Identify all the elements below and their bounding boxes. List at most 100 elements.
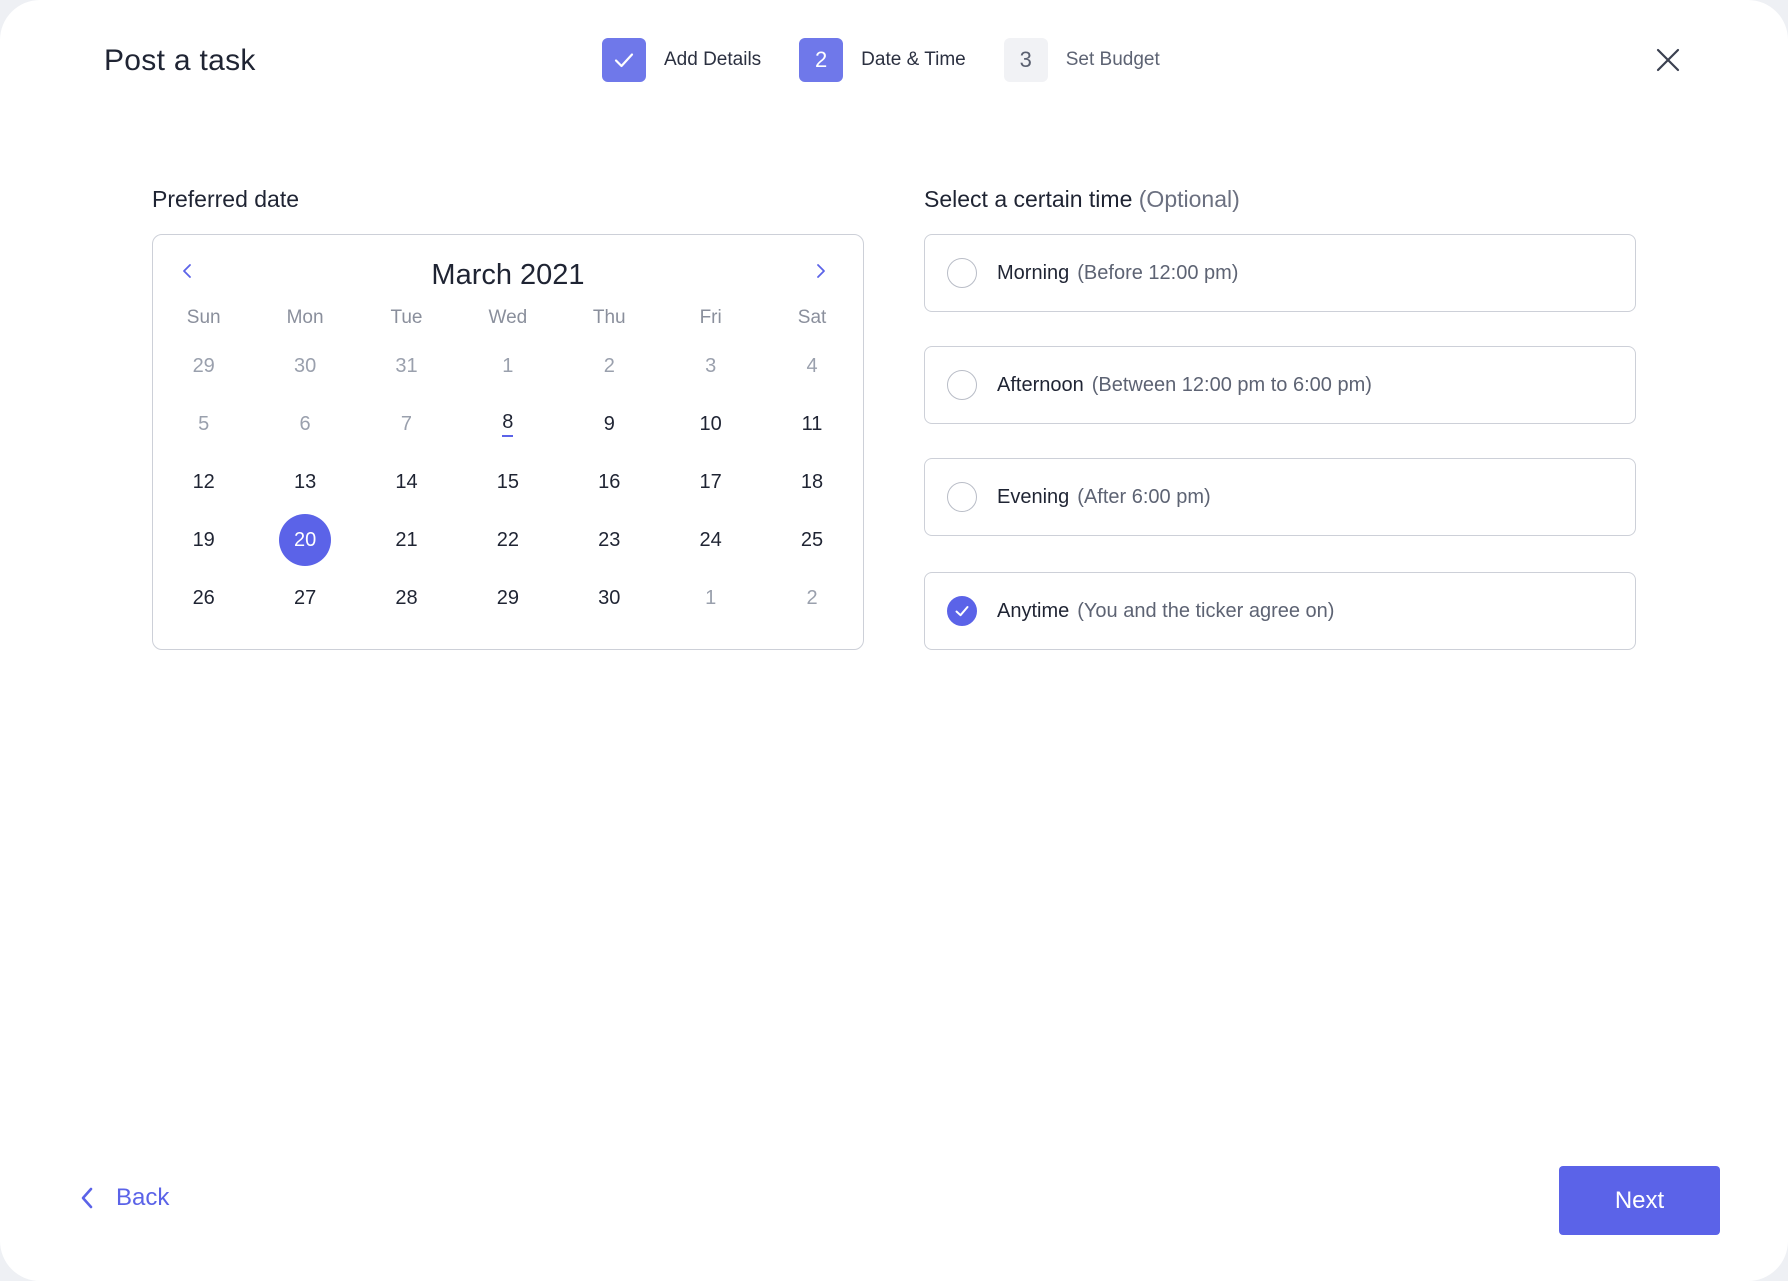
step-add-details[interactable]: Add Details xyxy=(602,38,761,82)
time-option-anytime[interactable]: Anytime (You and the ticker agree on) xyxy=(924,572,1636,650)
time-option-evening[interactable]: Evening (After 6:00 pm) xyxy=(924,458,1636,536)
chevron-right-icon xyxy=(817,264,825,278)
weekday-label: Sat xyxy=(797,307,827,328)
calendar-day-number: 21 xyxy=(395,528,418,551)
calendar-day[interactable]: 6 xyxy=(254,395,355,453)
step-date-time[interactable]: 2 Date & Time xyxy=(799,38,966,82)
calendar-day-number: 11 xyxy=(801,412,823,435)
calendar-day[interactable]: 29 xyxy=(153,337,254,395)
calendar-day-number: 15 xyxy=(496,470,519,493)
optional-label: (Optional) xyxy=(1138,186,1240,212)
calendar-day[interactable]: 4 xyxy=(761,337,862,395)
step-label: Date & Time xyxy=(861,49,966,70)
calendar-day[interactable]: 1 xyxy=(660,569,761,627)
time-option-name: Evening xyxy=(997,485,1070,508)
calendar-day[interactable]: 17 xyxy=(660,453,761,511)
calendar-day[interactable]: 11 xyxy=(761,395,862,453)
close-button[interactable] xyxy=(1652,44,1684,76)
calendar-day[interactable]: 12 xyxy=(153,453,254,511)
calendar-day-number: 29 xyxy=(496,586,519,609)
time-option-afternoon[interactable]: Afternoon (Between 12:00 pm to 6:00 pm) xyxy=(924,346,1636,424)
step-set-budget[interactable]: 3 Set Budget xyxy=(1003,38,1160,82)
back-label: Back xyxy=(116,1184,170,1211)
calendar-day-number: 8 xyxy=(502,411,514,437)
stepper: Add Details 2 Date & Time 3 Set Budget xyxy=(602,38,1198,82)
calendar-day-number: 9 xyxy=(603,412,615,435)
radio-unchecked[interactable] xyxy=(947,258,977,288)
calendar-week-row: 19 20 21 22 23 24 25 xyxy=(153,511,863,569)
radio-unchecked[interactable] xyxy=(947,370,977,400)
time-option-description: (After 6:00 pm) xyxy=(1077,485,1211,508)
calendar-day-number: 30 xyxy=(293,354,317,377)
calendar-day[interactable]: 5 xyxy=(153,395,254,453)
calendar-week-row: 29 30 31 1 2 3 4 xyxy=(153,337,863,395)
calendar-day[interactable]: 10 xyxy=(660,395,761,453)
calendar-day-number: 16 xyxy=(598,470,621,493)
calendar-day-number: 20 xyxy=(279,514,332,566)
weekday-header-row: Sun Mon Tue Wed Thu Fri Sat xyxy=(153,299,863,337)
calendar-day-number: 22 xyxy=(496,528,519,551)
calendar-day[interactable]: 9 xyxy=(559,395,660,453)
calendar-day[interactable]: 26 xyxy=(153,569,254,627)
calendar-day[interactable]: 28 xyxy=(356,569,457,627)
calendar-day-selected[interactable]: 20 xyxy=(254,511,355,569)
next-button[interactable]: Next xyxy=(1559,1166,1720,1235)
weekday-label: Sun xyxy=(186,307,221,328)
calendar-day[interactable]: 2 xyxy=(761,569,862,627)
radio-checked[interactable] xyxy=(947,596,977,626)
calendar-day[interactable]: 25 xyxy=(761,511,862,569)
calendar-day-number: 1 xyxy=(502,354,514,377)
calendar-day-number: 7 xyxy=(400,412,413,435)
calendar-day[interactable]: 24 xyxy=(660,511,761,569)
calendar-day-number: 1 xyxy=(705,586,717,609)
calendar-day[interactable]: 14 xyxy=(356,453,457,511)
calendar-day[interactable]: 18 xyxy=(761,453,862,511)
calendar-week-row: 5 6 7 8 9 10 11 xyxy=(153,395,863,453)
back-button[interactable]: Back xyxy=(78,1184,169,1212)
next-month-button[interactable] xyxy=(809,259,833,283)
close-icon xyxy=(1656,48,1680,72)
calendar-day[interactable]: 15 xyxy=(457,453,558,511)
step-number: 3 xyxy=(1003,38,1048,82)
calendar-day-number: 14 xyxy=(395,470,418,493)
calendar-day[interactable]: 19 xyxy=(153,511,254,569)
calendar-day[interactable]: 31 xyxy=(356,337,457,395)
time-option-name: Afternoon xyxy=(997,373,1084,396)
time-option-description: (Before 12:00 pm) xyxy=(1077,261,1239,284)
calendar-day[interactable]: 8 xyxy=(457,395,558,453)
calendar-day-number: 2 xyxy=(603,354,615,377)
calendar-day[interactable]: 13 xyxy=(254,453,355,511)
calendar-week-row: 26 27 28 29 30 1 2 xyxy=(153,569,863,627)
time-section-title: Select a certain time xyxy=(924,186,1133,212)
weekday-label: Tue xyxy=(390,307,423,328)
calendar-day[interactable]: 21 xyxy=(356,511,457,569)
calendar-day[interactable]: 23 xyxy=(559,511,660,569)
calendar-day[interactable]: 16 xyxy=(559,453,660,511)
calendar-day-number: 10 xyxy=(699,412,722,435)
post-task-modal: Post a task Add Details 2 Date & Time 3 … xyxy=(0,0,1788,1281)
preferred-date-label: Preferred date xyxy=(152,186,300,212)
check-icon xyxy=(614,53,634,68)
calendar-day-number: 27 xyxy=(293,586,317,609)
date-picker-calendar: March 2021 Sun Mon Tue Wed Thu Fri Sat 29 30 31 1… xyxy=(152,234,864,650)
calendar-day-number: 31 xyxy=(395,354,418,377)
calendar-day[interactable]: 29 xyxy=(457,569,558,627)
calendar-day[interactable]: 30 xyxy=(559,569,660,627)
calendar-day-number: 30 xyxy=(598,586,621,609)
calendar-day[interactable]: 27 xyxy=(254,569,355,627)
calendar-day-number: 6 xyxy=(299,412,311,435)
time-option-description: (You and the ticker agree on) xyxy=(1077,599,1335,622)
calendar-day-number: 4 xyxy=(806,354,818,377)
calendar-day[interactable]: 1 xyxy=(457,337,558,395)
time-option-name: Morning xyxy=(997,261,1070,284)
calendar-day[interactable]: 2 xyxy=(559,337,660,395)
calendar-day[interactable]: 3 xyxy=(660,337,761,395)
radio-unchecked[interactable] xyxy=(947,482,977,512)
calendar-day-number: 19 xyxy=(192,528,215,551)
calendar-day[interactable]: 22 xyxy=(457,511,558,569)
calendar-day-number: 13 xyxy=(293,470,317,493)
calendar-day[interactable]: 30 xyxy=(254,337,355,395)
calendar-day[interactable]: 7 xyxy=(356,395,457,453)
calendar-day-number: 26 xyxy=(192,586,215,609)
time-option-morning[interactable]: Morning (Before 12:00 pm) xyxy=(924,234,1636,312)
